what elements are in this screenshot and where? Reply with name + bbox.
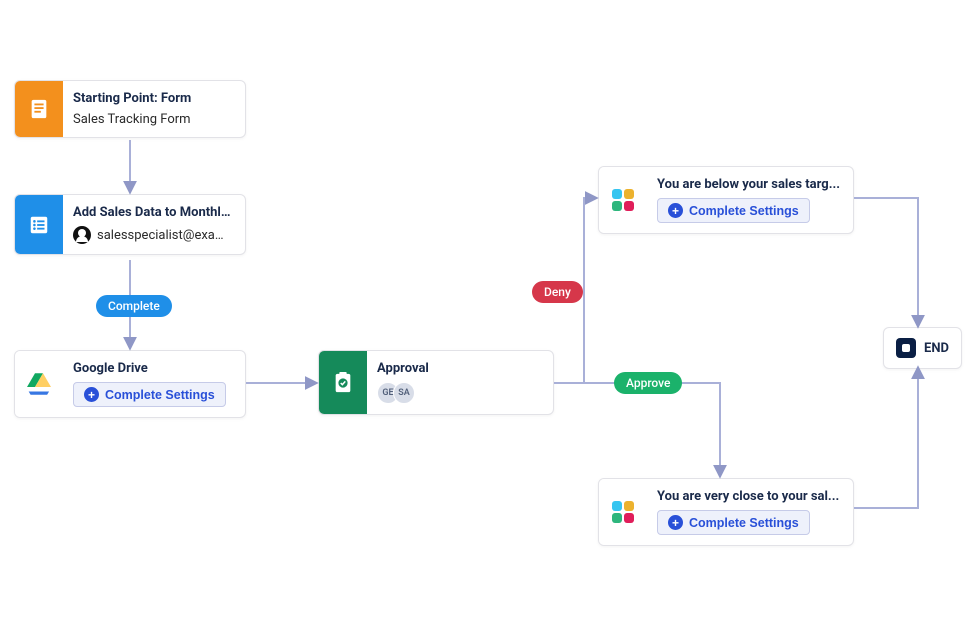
- button-label: Complete Settings: [105, 388, 215, 402]
- approval-icon: [319, 351, 367, 414]
- stop-icon: [896, 338, 916, 358]
- node-subtitle: Sales Tracking Form: [73, 112, 233, 127]
- node-title: Starting Point: Form: [73, 91, 233, 106]
- avatar-group: GE SA: [377, 382, 541, 404]
- node-title: Google Drive: [73, 361, 233, 376]
- node-google-drive[interactable]: Google Drive + Complete Settings: [14, 350, 246, 418]
- node-end[interactable]: END: [883, 327, 962, 369]
- node-slack-close[interactable]: You are very close to your sal... + Comp…: [598, 478, 854, 546]
- node-approval[interactable]: Approval GE SA: [318, 350, 554, 415]
- edge-label-approve: Approve: [614, 372, 682, 394]
- assignee-row: salesspecialist@exam...: [73, 226, 233, 244]
- plus-icon: +: [668, 203, 683, 218]
- node-title: Add Sales Data to Monthly R...: [73, 205, 233, 220]
- form-icon: [15, 81, 63, 137]
- button-label: Complete Settings: [689, 516, 799, 530]
- slack-icon: [599, 479, 647, 545]
- node-task[interactable]: Add Sales Data to Monthly R... salesspec…: [14, 194, 246, 255]
- edge-label-deny: Deny: [532, 281, 583, 303]
- end-label: END: [924, 341, 949, 356]
- node-title: Approval: [377, 361, 541, 376]
- node-starting-point[interactable]: Starting Point: Form Sales Tracking Form: [14, 80, 246, 138]
- google-drive-icon: [15, 351, 63, 417]
- avatar: SA: [393, 382, 415, 404]
- assignee-email: salesspecialist@exam...: [97, 228, 233, 243]
- plus-icon: +: [668, 515, 683, 530]
- button-label: Complete Settings: [689, 204, 799, 218]
- complete-settings-button[interactable]: + Complete Settings: [657, 198, 810, 223]
- plus-icon: +: [84, 387, 99, 402]
- complete-settings-button[interactable]: + Complete Settings: [73, 382, 226, 407]
- node-title: You are very close to your sal...: [657, 489, 841, 504]
- slack-icon: [599, 167, 647, 233]
- person-icon: [73, 226, 91, 244]
- node-title: You are below your sales targ...: [657, 177, 841, 192]
- node-slack-below[interactable]: You are below your sales targ... + Compl…: [598, 166, 854, 234]
- edge-label-complete: Complete: [96, 295, 172, 317]
- list-icon: [15, 195, 63, 254]
- complete-settings-button[interactable]: + Complete Settings: [657, 510, 810, 535]
